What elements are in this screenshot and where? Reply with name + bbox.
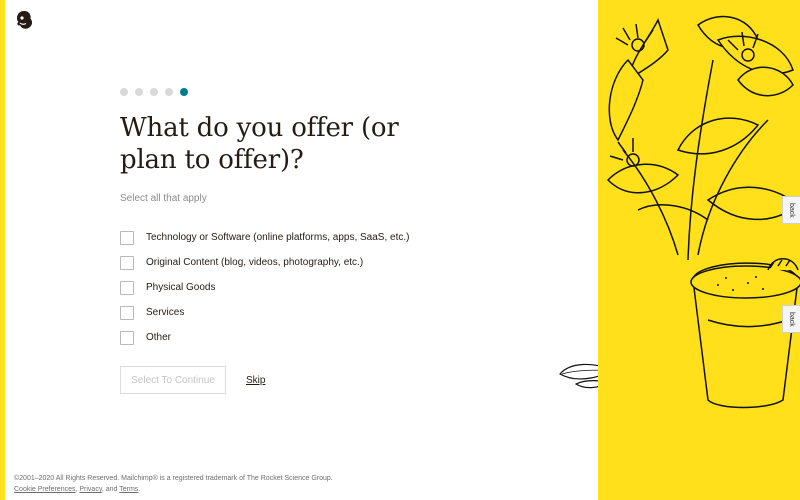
left-accent-bar [0, 0, 5, 500]
option-technology-software[interactable]: Technology or Software (online platforms… [120, 230, 580, 245]
checkbox[interactable] [120, 330, 134, 345]
option-label: Services [146, 307, 185, 319]
footer: ©2001–2020 All Rights Reserved. Mailchim… [14, 473, 333, 495]
mailchimp-logo-icon[interactable] [12, 8, 36, 32]
option-label: Physical Goods [146, 282, 216, 294]
plant-illustration-panel [598, 0, 800, 500]
option-other[interactable]: Other [120, 330, 580, 345]
progress-dot [120, 88, 128, 96]
progress-dot [150, 88, 158, 96]
progress-dot [165, 88, 173, 96]
footer-links: Cookie Preferences, Privacy, and Terms. [14, 486, 141, 493]
question-title: What do you offer (or plan to offer)? [120, 113, 399, 175]
checkbox[interactable] [120, 230, 134, 245]
question-subtitle: Select all that apply [120, 193, 207, 205]
privacy-link[interactable]: Privacy [79, 486, 101, 493]
options-list: Technology or Software (online platforms… [120, 230, 580, 345]
progress-dot-current [180, 88, 188, 96]
option-label: Technology or Software (online platforms… [146, 232, 410, 244]
option-label: Original Content (blog, videos, photogra… [146, 257, 364, 269]
copyright-text: ©2001–2020 All Rights Reserved. Mailchim… [14, 475, 333, 482]
feedback-tab[interactable]: back [782, 196, 800, 224]
continue-button[interactable]: Select To Continue [120, 366, 226, 394]
option-services[interactable]: Services [120, 305, 580, 320]
feedback-tab[interactable]: back [782, 305, 800, 333]
option-label: Other [146, 332, 172, 344]
checkbox[interactable] [120, 280, 134, 295]
progress-dot [135, 88, 143, 96]
skip-link[interactable]: Skip [246, 375, 265, 386]
option-original-content[interactable]: Original Content (blog, videos, photogra… [120, 255, 580, 270]
option-physical-goods[interactable]: Physical Goods [120, 280, 580, 295]
onboarding-panel: What do you offer (or plan to offer)? Se… [120, 86, 580, 394]
potted-plant-illustration [606, 15, 800, 409]
checkbox[interactable] [120, 255, 134, 270]
and-separator: , and [101, 486, 118, 493]
cookie-preferences-link[interactable]: Cookie Preferences [14, 486, 75, 493]
step-progress [120, 86, 580, 98]
form-actions: Select To Continue Skip [120, 366, 265, 394]
checkbox[interactable] [120, 305, 134, 320]
terms-link[interactable]: Terms [119, 486, 138, 493]
